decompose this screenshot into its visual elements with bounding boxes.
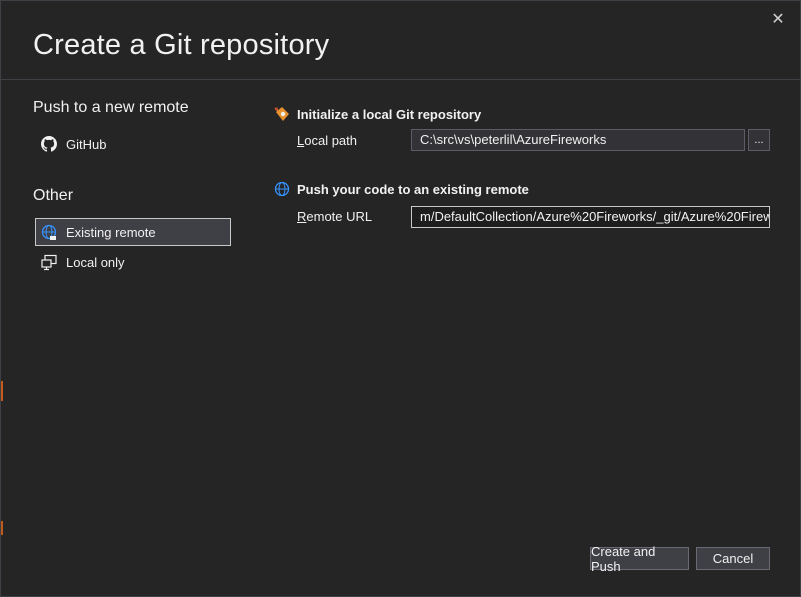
- browse-button[interactable]: ...: [748, 129, 770, 151]
- local-computer-icon: [40, 253, 58, 271]
- local-path-label: Local path: [297, 133, 357, 148]
- sidebar-item-label: Local only: [66, 254, 125, 270]
- local-path-label-rest: ocal path: [304, 133, 357, 148]
- push-to-new-remote-heading: Push to a new remote: [33, 99, 189, 116]
- create-and-push-button[interactable]: Create and Push: [590, 544, 689, 574]
- push-existing-remote-heading: Push your code to an existing remote: [273, 180, 529, 198]
- group-heading-label: Initialize a local Git repository: [297, 106, 482, 122]
- remote-url-label: Remote URL: [297, 209, 372, 224]
- window-edge-marker: [1, 381, 3, 401]
- other-heading: Other: [33, 187, 74, 204]
- globe-remote-icon: [40, 223, 58, 241]
- close-icon: ✕: [771, 11, 785, 28]
- sidebar-item-existing-remote[interactable]: Existing remote: [35, 218, 231, 246]
- sidebar-item-label: GitHub: [66, 136, 107, 152]
- globe-icon: [273, 180, 291, 198]
- group-heading-label: Push your code to an existing remote: [297, 181, 529, 197]
- sidebar-item-local-only[interactable]: Local only: [35, 248, 231, 276]
- sidebar-item-label: Existing remote: [66, 224, 156, 240]
- create-git-repository-dialog: ✕ Create a Git repository Push to a new …: [0, 0, 801, 597]
- dialog-title: Create a Git repository: [33, 29, 330, 61]
- close-button[interactable]: ✕: [768, 9, 788, 29]
- window-edge-marker: [1, 521, 3, 535]
- sidebar-item-github[interactable]: GitHub: [35, 130, 231, 158]
- remote-url-access-key: R: [297, 209, 307, 224]
- remote-url-label-rest: emote URL: [306, 209, 373, 224]
- git-repo-icon: [273, 105, 291, 123]
- initialize-local-repo-heading: Initialize a local Git repository: [273, 105, 481, 123]
- cancel-button[interactable]: Cancel: [696, 547, 770, 570]
- github-icon: [40, 135, 58, 153]
- local-path-input[interactable]: C:\src\vs\peterlil\AzureFireworks: [411, 129, 745, 151]
- title-divider: [1, 79, 800, 80]
- remote-url-input[interactable]: m/DefaultCollection/Azure%20Fireworks/_g…: [411, 206, 770, 228]
